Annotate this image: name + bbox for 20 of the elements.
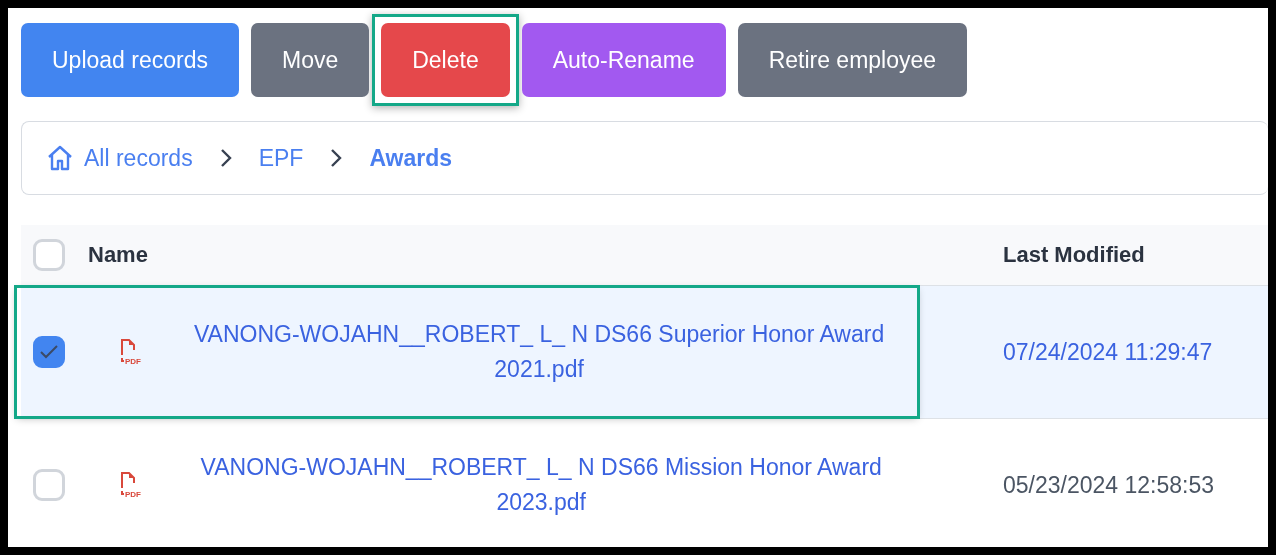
- toolbar-button[interactable]: Auto-Rename: [521, 23, 726, 97]
- breadcrumb-link[interactable]: EPF: [258, 144, 304, 172]
- toolbar-button[interactable]: Delete: [381, 23, 510, 97]
- table-cell-text: 07/24/2024 11:29:47: [1003, 338, 1214, 366]
- file-name-link[interactable]: VANONG-WOJAHN__ROBERT_ L_ N DS66 Mission Honor Award 2023.pdf: [161, 450, 921, 520]
- toolbar-button[interactable]: Move: [250, 23, 370, 97]
- checkbox[interactable]: [33, 336, 65, 368]
- chevron-right-icon: [218, 148, 233, 168]
- toolbar-button[interactable]: Retire employee: [737, 23, 968, 97]
- toolbar-button[interactable]: Upload records: [21, 23, 239, 97]
- breadcrumb-link[interactable]: All records: [84, 144, 193, 172]
- column-header: Name: [88, 242, 148, 268]
- column-header: Last Modified: [1003, 242, 1146, 268]
- home-icon[interactable]: [46, 144, 74, 172]
- breadcrumb-current[interactable]: Awards: [369, 144, 453, 172]
- chevron-right-icon: [329, 148, 344, 168]
- table-row[interactable]: PDF VANONG-WOJAHN__ROBERT_ L_ N DS66 Mission Honor Award 2023.pdf 05/23/2024 12:58:53: [21, 419, 1268, 547]
- table-cell-text: 05/23/2024 12:58:53: [1003, 471, 1216, 499]
- file-name-link[interactable]: VANONG-WOJAHN__ROBERT_ L_ N DS66 Superior Honor Award 2021.pdf: [161, 317, 917, 387]
- check-icon: [39, 344, 59, 360]
